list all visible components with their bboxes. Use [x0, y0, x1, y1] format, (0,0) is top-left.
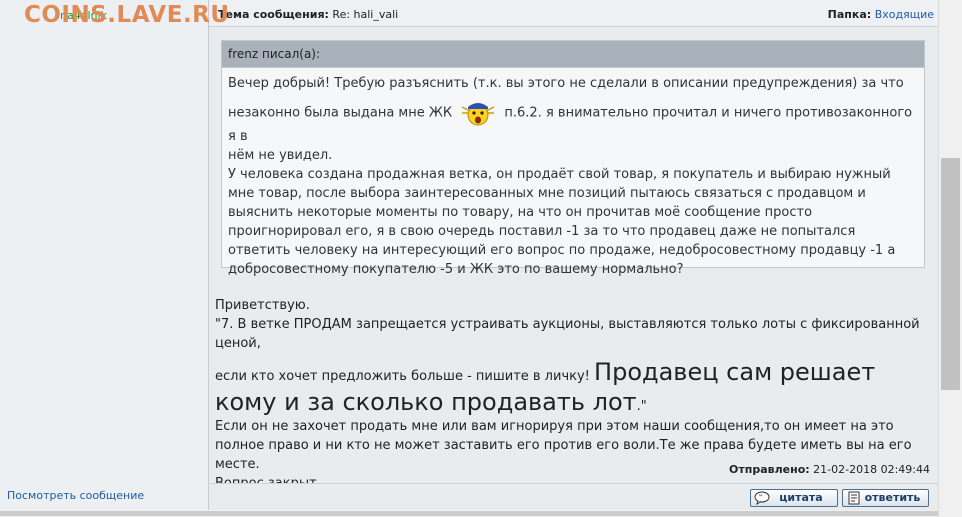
message-footer: " цитата ответить [209, 483, 938, 511]
author-column: na4alnik Посмотреть сообщение [0, 0, 209, 510]
posted-date: 21-02-2018 02:49:44 [813, 463, 930, 476]
quote-paragraph: У человека создана продажная ветка, он п… [228, 167, 896, 277]
quote-close: ." [636, 399, 647, 414]
view-message-link[interactable]: Посмотреть сообщение [7, 489, 144, 502]
subject-label: Тема сообщения: [218, 8, 329, 21]
folder-label: Папка: [827, 8, 872, 21]
posted-info: Отправлено: 21-02-2018 02:49:44 [729, 463, 930, 476]
reply-button[interactable]: ответить [842, 489, 929, 507]
quote-block: frenz писал(а): Вечер добрый! Требую раз… [221, 40, 925, 277]
subject-value: Re: hali_vali [332, 8, 399, 21]
rule-continuation: если кто хочет предложить больше - пишит… [215, 357, 930, 417]
site-watermark: COINS.LAVE.RU [24, 2, 230, 28]
message-content: frenz писал(а): Вечер добрый! Требую раз… [209, 27, 938, 491]
message-page: na4alnik Посмотреть сообщение Тема сообщ… [0, 0, 938, 517]
quote-body: Вечер добрый! Требую разъяснить (т.к. вы… [222, 68, 924, 279]
folder: Папка: Входящие [828, 8, 934, 21]
quote-text: незаконно была выдана мне ЖК [228, 105, 453, 121]
quote-button-label: цитата [779, 491, 823, 504]
emphasized-text: Продавец сам решает кому и за сколько пр… [215, 358, 876, 416]
quote-author: frenz писал(а): [222, 41, 924, 68]
angry-smiley-icon [460, 99, 496, 127]
quote-line: незаконно была выдана мне ЖК п.6.2. я вн… [228, 99, 918, 146]
quote-button[interactable]: " цитата [750, 489, 838, 507]
reply-button-label: ответить [864, 491, 921, 504]
greeting: Приветствую. [215, 298, 310, 313]
quote-line: нём не увидел. [228, 148, 333, 163]
folder-link[interactable]: Входящие [875, 8, 934, 21]
rule-line: "7. В ветке ПРОДАМ запрещается устраиват… [215, 317, 920, 351]
rule-text: если кто хочет предложить больше - пишит… [215, 369, 590, 384]
quote-line: Вечер добрый! Требую разъяснить (т.к. вы… [228, 76, 904, 91]
posted-label: Отправлено: [729, 463, 810, 476]
horizontal-scrollbar-thumb[interactable] [0, 511, 938, 516]
vertical-scrollbar[interactable] [938, 0, 962, 517]
vertical-scrollbar-thumb[interactable] [941, 158, 960, 390]
subject: Тема сообщения: Re: hali_vali [218, 8, 398, 21]
message-header: Тема сообщения: Re: hali_vali Папка: Вхо… [209, 0, 938, 27]
